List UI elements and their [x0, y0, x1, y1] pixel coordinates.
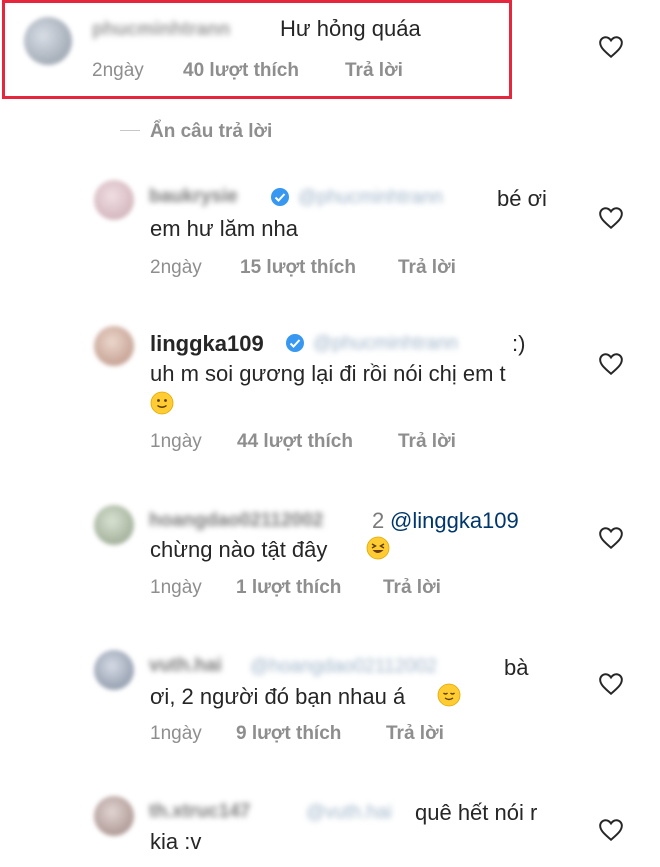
reply-button[interactable]: Trả lời [398, 257, 456, 279]
likes-count[interactable]: 44 lượt thích [237, 431, 353, 453]
comment-time: 2ngày [150, 257, 202, 278]
reply-button[interactable]: Trả lời [383, 577, 441, 599]
avatar[interactable] [24, 17, 72, 65]
verified-badge-icon [271, 188, 289, 206]
heart-outline-icon[interactable] [598, 35, 624, 59]
likes-count[interactable]: 9 lượt thích [236, 723, 341, 745]
comment-text-line2: uh m soi gương lại đi rồi nói chị em t [150, 361, 506, 386]
mention-blurred[interactable]: @vuth.hai [306, 802, 392, 824]
reply-button[interactable]: Trả lời [386, 723, 444, 745]
likes-count[interactable]: 1 lượt thích [236, 577, 341, 599]
comment-text: bé ơi [497, 186, 547, 211]
comment-text: bà [504, 655, 529, 680]
mention-blurred[interactable]: @phucminhtrann [313, 333, 458, 355]
avatar[interactable] [94, 326, 134, 366]
avatar[interactable] [94, 505, 134, 545]
username-blurred[interactable]: hoangdao02112002 [149, 510, 323, 532]
username-blurred[interactable]: vuth.hai [149, 655, 222, 677]
highlight-box [2, 0, 512, 99]
comment-text: Hư hỏng quáa [280, 16, 421, 41]
comment-text-line2: ơi, 2 người đó bạn nhau á [150, 684, 406, 709]
divider [120, 130, 140, 131]
likes-count[interactable]: 15 lượt thích [240, 257, 356, 279]
slightly-smiling-face-emoji [150, 391, 174, 415]
mention-blurred[interactable]: @phucminhtrann [298, 187, 443, 209]
comment-time: 1ngày [150, 431, 202, 452]
heart-outline-icon[interactable] [598, 818, 624, 842]
avatar[interactable] [94, 796, 134, 836]
comment-text-line2: kia :v [150, 829, 202, 854]
heart-outline-icon[interactable] [598, 352, 624, 376]
username[interactable]: linggka109 [150, 331, 264, 357]
relieved-face-emoji [437, 683, 461, 707]
username-blurred[interactable]: th.xtruc147 [149, 801, 250, 823]
verified-badge-icon [286, 334, 304, 352]
comment-text: :) [512, 331, 526, 356]
avatar[interactable] [94, 180, 134, 220]
hide-replies-button[interactable]: Ẩn câu trả lời [150, 121, 272, 143]
comment-time: 2ngày [92, 60, 144, 81]
grinning-squinting-face-emoji [366, 536, 390, 560]
comment-text: quê hết nói r [415, 800, 538, 825]
comment-text: 2 [372, 508, 385, 533]
username-blurred[interactable]: phucminhtrann [92, 19, 230, 41]
comment-time: 1ngày [150, 577, 202, 598]
mention-link[interactable]: @linggka109 [390, 508, 519, 534]
heart-outline-icon[interactable] [598, 526, 624, 550]
reply-button[interactable]: Trả lời [398, 431, 456, 453]
avatar[interactable] [94, 650, 134, 690]
heart-outline-icon[interactable] [598, 206, 624, 230]
username-blurred[interactable]: baukrysie [149, 186, 238, 208]
comment-time: 1ngày [150, 723, 202, 744]
mention-blurred[interactable]: @hoangdao02112002 [250, 656, 437, 678]
likes-count[interactable]: 40 lượt thích [183, 60, 299, 82]
reply-button[interactable]: Trả lời [345, 60, 403, 82]
heart-outline-icon[interactable] [598, 672, 624, 696]
comment-text-line2: chừng nào tật đây [150, 537, 328, 562]
comment-text-line2: em hư lăm nha [150, 216, 299, 241]
